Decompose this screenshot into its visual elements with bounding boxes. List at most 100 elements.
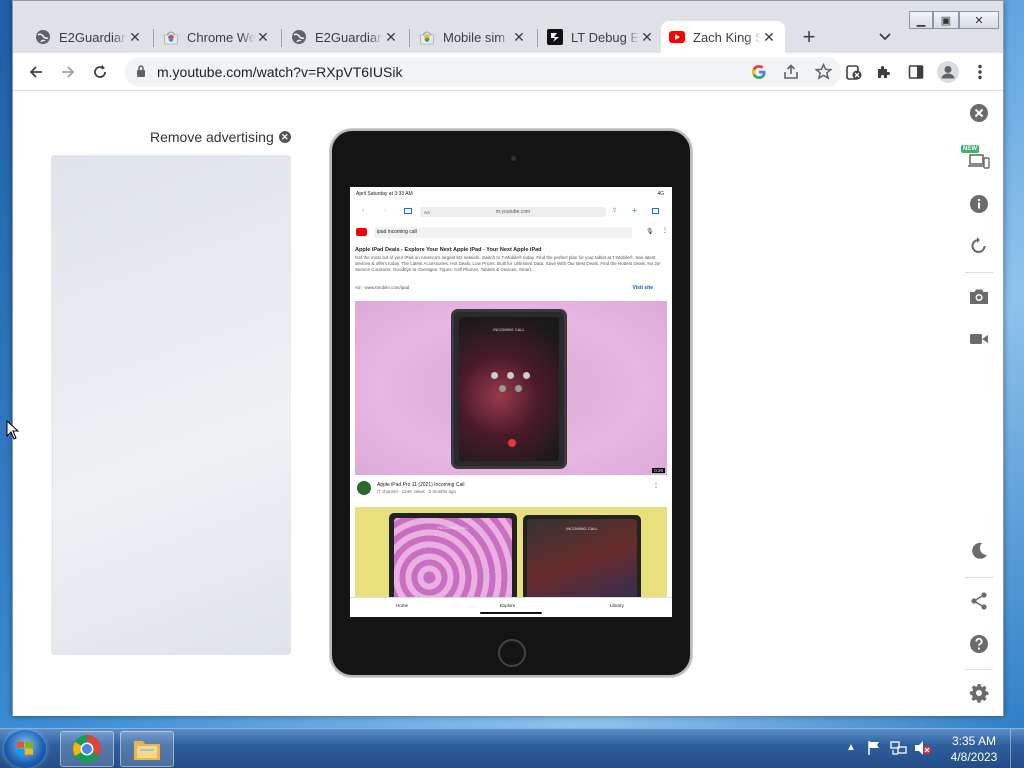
info-icon[interactable]: [967, 192, 991, 216]
volume-muted-icon[interactable]: [914, 740, 932, 761]
thumbnail-call-button: [491, 372, 498, 379]
sidebar-divider: [965, 577, 993, 578]
close-icon[interactable]: ✕: [383, 29, 399, 45]
nav-explore[interactable]: Explore: [500, 603, 515, 608]
tab-title: Chrome We: [187, 29, 255, 45]
show-desktop-button[interactable]: [1010, 729, 1024, 768]
url-text: m.youtube.com/watch?v=RXpVT6IUSik: [157, 64, 403, 80]
safari-address-bar[interactable]: AA m.youtube.com: [420, 207, 606, 217]
tab-youtube-active[interactable]: Zach King S ✕: [661, 21, 785, 53]
help-icon[interactable]: [967, 632, 991, 656]
safari-toolbar: ‹ › AA m.youtube.com ⇪ +: [350, 203, 672, 221]
extension-blocker-icon[interactable]: [841, 59, 867, 85]
safari-share-icon[interactable]: ⇪: [612, 207, 617, 214]
thumbnail-call-button: [523, 372, 530, 379]
tab-search-chevron-icon[interactable]: [875, 27, 895, 47]
chrome-webstore-icon: [163, 29, 179, 45]
video-thumbnail-1[interactable]: INCOMING CALL 0:26: [355, 301, 667, 475]
youtube-logo-icon: [356, 228, 367, 236]
forward-button[interactable]: [55, 59, 81, 85]
taskbar-chrome[interactable]: [60, 731, 114, 767]
taskbar: ▲ 3:35 AM 4/8/2023: [0, 728, 1024, 768]
omnibox[interactable]: m.youtube.com/watch?v=RXpVT6IUSik: [125, 57, 841, 87]
dark-mode-moon-icon[interactable]: [967, 539, 991, 563]
rotate-icon[interactable]: [967, 234, 991, 258]
status-time: April Saturday at 3:33 AM: [356, 191, 413, 197]
reload-button[interactable]: [87, 59, 113, 85]
close-icon[interactable]: ✕: [511, 29, 527, 45]
tab-lt-debug[interactable]: LT Debug E ✕: [539, 21, 663, 53]
close-icon[interactable]: ✕: [255, 29, 271, 45]
safari-sidebar-icon[interactable]: [404, 208, 412, 214]
maximize-button[interactable]: ▣: [933, 11, 959, 29]
tray-overflow-icon[interactable]: ▲: [846, 742, 856, 753]
more-icon[interactable]: ⋮: [662, 227, 668, 234]
camera-screenshot-icon[interactable]: [967, 284, 991, 308]
tab-title: Mobile sim: [443, 29, 506, 45]
thumbnail-ipad: INCOMING CALL: [451, 309, 567, 469]
thumbnail-incoming-text: INCOMING CALL: [566, 526, 598, 531]
search-ad[interactable]: Apple iPad Deals - Explore Your Next App…: [355, 247, 663, 291]
mic-icon[interactable]: 🎙: [646, 228, 654, 235]
sidebar-divider: [965, 272, 993, 273]
lock-icon: [136, 65, 146, 83]
channel-avatar[interactable]: [357, 481, 371, 495]
nav-home[interactable]: Home: [396, 603, 408, 608]
settings-gear-icon[interactable]: [967, 681, 991, 705]
google-icon[interactable]: [751, 64, 767, 85]
devices-icon[interactable]: [967, 149, 991, 173]
clock-date: 4/8/2023: [950, 750, 998, 764]
share-icon[interactable]: [783, 64, 799, 85]
kebab-menu-icon[interactable]: [967, 59, 993, 85]
taskbar-clock[interactable]: 3:35 AM 4/8/2023: [946, 733, 1002, 765]
video-title: Apple iPad Pro 11 (2021) Incoming Call: [377, 482, 465, 488]
device-home-button[interactable]: [498, 639, 526, 667]
status-bar: April Saturday at 3:33 AM 4G: [356, 191, 664, 197]
video-info-1[interactable]: Apple iPad Pro 11 (2021) Incoming Call i…: [355, 481, 667, 501]
profile-avatar-icon[interactable]: [935, 59, 961, 85]
tab-title: E2Guardian: [315, 29, 383, 45]
nav-library[interactable]: Library: [610, 603, 624, 608]
tab-mobile-simulator[interactable]: Mobile sim ✕: [411, 21, 535, 53]
new-tab-button[interactable]: +: [797, 24, 821, 49]
chrome-icon: [73, 735, 101, 763]
bookmark-star-icon[interactable]: [814, 62, 833, 85]
thumbnail-call-button: [499, 385, 506, 392]
video-record-icon[interactable]: [967, 327, 991, 351]
start-button-windows-icon[interactable]: [4, 730, 46, 768]
safari-back-icon[interactable]: ‹: [362, 207, 364, 214]
minimize-button[interactable]: ▁: [909, 11, 933, 29]
youtube-search-input[interactable]: ipad incoming call: [374, 227, 632, 238]
back-button[interactable]: [23, 59, 49, 85]
share-nodes-icon[interactable]: [967, 589, 991, 613]
close-icon[interactable]: ✕: [761, 29, 777, 45]
tab-chrome-webstore[interactable]: Chrome We ✕: [155, 21, 279, 53]
safari-new-tab-icon[interactable]: +: [632, 206, 637, 215]
safari-tabs-icon[interactable]: [652, 208, 659, 214]
status-signal: 4G: [657, 191, 664, 197]
network-icon[interactable]: [890, 740, 908, 761]
action-center-flag-icon[interactable]: [866, 740, 882, 761]
safari-forward-icon[interactable]: ›: [384, 207, 386, 214]
visit-site-link[interactable]: Visit site: [633, 285, 653, 291]
close-icon[interactable]: ✕: [639, 29, 655, 45]
video-thumbnail-2[interactable]: INCOMING CALL INCOMING CALL: [355, 507, 667, 605]
tab-e2guardian-2[interactable]: E2Guardian ✕: [283, 21, 407, 53]
sidebar-divider: [965, 669, 993, 670]
safari-aa: AA: [424, 209, 431, 215]
close-icon[interactable]: ✕: [127, 29, 143, 45]
close-window-button[interactable]: ✕: [959, 11, 999, 29]
thumbnail-call-button: [507, 372, 514, 379]
tab-e2guardian-1[interactable]: E2Guardian ✕: [27, 21, 151, 53]
video-more-icon[interactable]: ⋮: [653, 482, 659, 489]
tab-strip: E2Guardian ✕ Chrome We ✕ E2Guardian ✕ Mo…: [13, 1, 1003, 53]
ipad-device-frame: April Saturday at 3:33 AM 4G ‹ › AA m.yo…: [330, 129, 692, 677]
thumbnail-device-a-screen: INCOMING CALL: [394, 518, 512, 603]
taskbar-file-explorer[interactable]: [120, 731, 174, 767]
ad-source: Ad · www.tmobile.com/ipad: [355, 285, 410, 290]
extensions-puzzle-icon[interactable]: [871, 59, 897, 85]
side-panel-icon[interactable]: [903, 59, 929, 85]
close-simulator-icon[interactable]: [967, 101, 991, 125]
remove-advertising-link[interactable]: Remove advertising ✕: [150, 129, 291, 145]
thumbnail-incoming-text: INCOMING CALL: [437, 525, 469, 530]
